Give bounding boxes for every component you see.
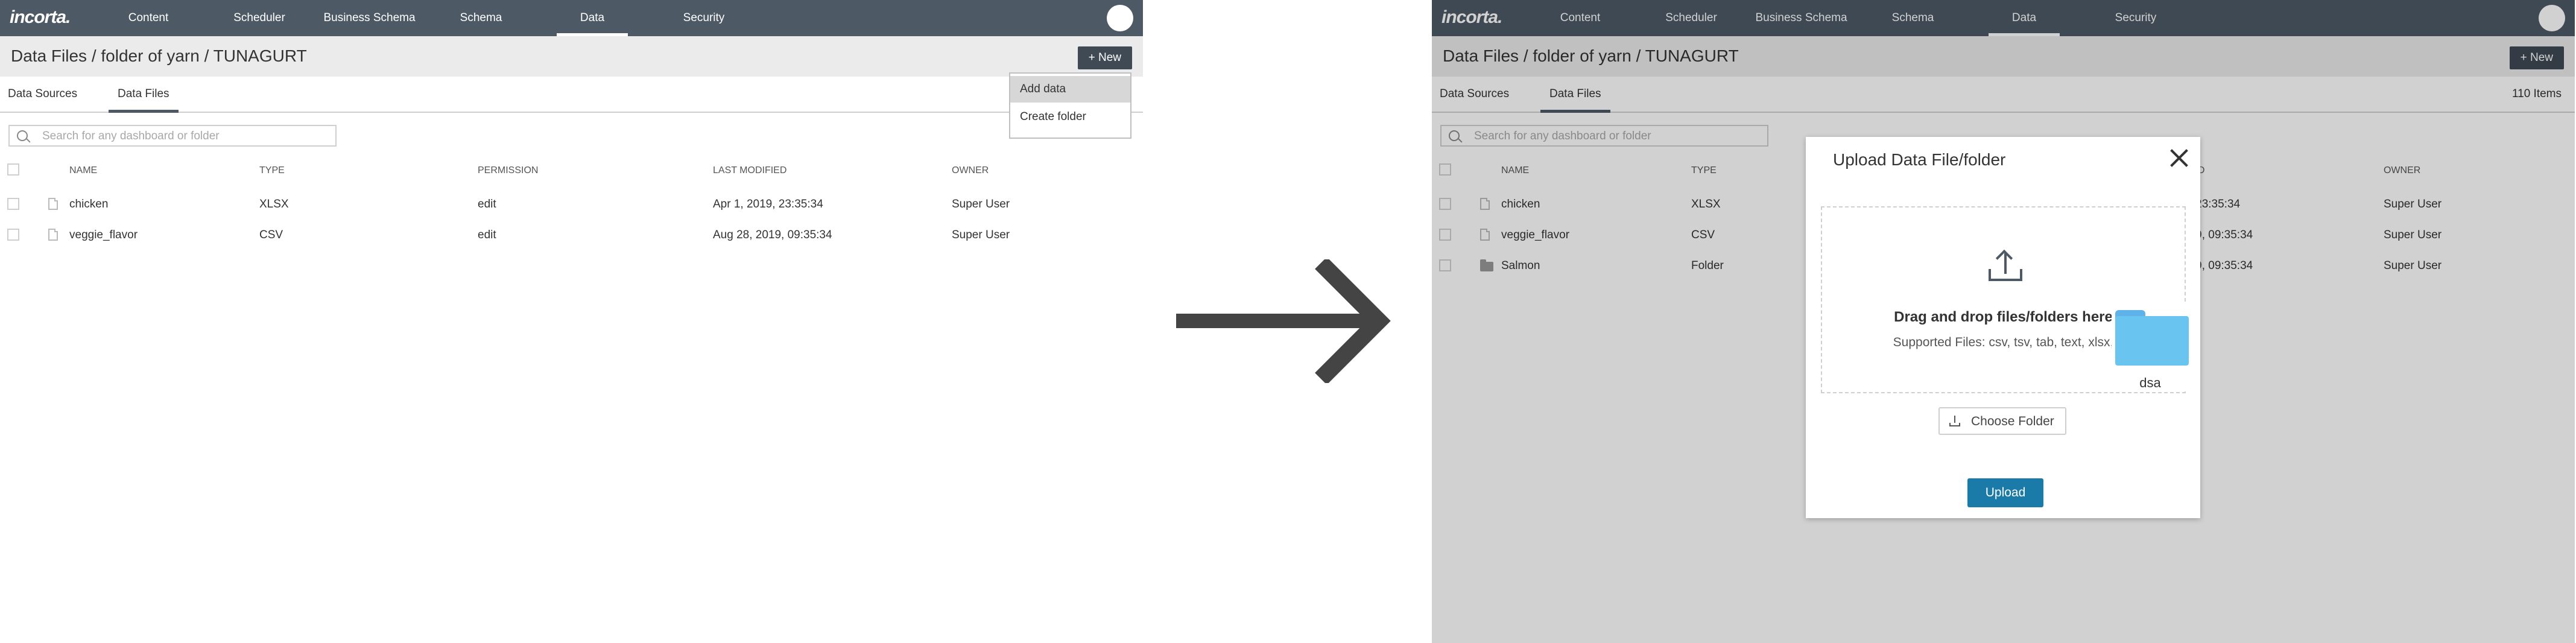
table-header: NAME TYPE PERMISSION LAST MODIFIED OWNER <box>0 160 1143 190</box>
col-owner[interactable]: OWNER <box>952 165 989 176</box>
file-type: XLSX <box>259 198 289 211</box>
avatar[interactable] <box>1107 5 1133 31</box>
row-checkbox[interactable] <box>7 198 19 210</box>
file-modified: Aug 28, 2019, 09:35:34 <box>713 229 832 241</box>
modal-title: Upload Data File/folder <box>1833 150 2006 169</box>
search-input[interactable] <box>41 128 327 144</box>
file-permission: edit <box>478 198 496 211</box>
file-owner: Super User <box>952 229 1010 241</box>
file-modified: Apr 1, 2019, 23:35:34 <box>713 198 823 211</box>
file-icon <box>48 198 58 210</box>
file-owner: Super User <box>952 198 1010 211</box>
transition-arrow-icon <box>1176 259 1391 383</box>
upload-icon <box>1949 416 1960 426</box>
upload-icon <box>1989 249 2022 281</box>
incorta-logo: incorta. <box>10 7 71 27</box>
tabs: Data Sources Data Files <box>0 77 1143 113</box>
nav-security[interactable]: Security <box>677 0 731 36</box>
nav-scheduler[interactable]: Scheduler <box>229 0 290 36</box>
col-permission[interactable]: PERMISSION <box>478 165 538 176</box>
select-all-checkbox[interactable] <box>7 163 19 176</box>
file-name[interactable]: chicken <box>69 198 108 211</box>
file-name[interactable]: veggie_flavor <box>69 229 138 242</box>
top-nav: incorta. Content Scheduler Business Sche… <box>0 0 1143 36</box>
close-icon[interactable] <box>2169 148 2189 168</box>
file-permission: edit <box>478 229 496 241</box>
col-last-modified[interactable]: LAST MODIFIED <box>713 165 786 176</box>
dragged-folder: dsa <box>2112 304 2189 391</box>
file-icon <box>48 229 58 241</box>
menu-item-create-folder[interactable]: Create folder <box>1010 104 1130 130</box>
row-checkbox[interactable] <box>7 229 19 241</box>
new-dropdown-menu: Add data Create folder <box>1009 72 1131 139</box>
tab-data-sources[interactable]: Data Sources <box>8 77 77 112</box>
choose-folder-button[interactable]: Choose Folder <box>1938 407 2066 435</box>
dragged-folder-label: dsa <box>2139 375 2161 390</box>
drop-zone[interactable]: Drag and drop files/folders here Support… <box>1821 206 2189 393</box>
table-row[interactable]: veggie_flavor CSV edit Aug 28, 2019, 09:… <box>0 225 1143 255</box>
nav-data[interactable]: Data <box>557 0 628 36</box>
screen-before: incorta. Content Scheduler Business Sche… <box>0 0 1143 643</box>
menu-item-add-data[interactable]: Add data <box>1010 76 1130 103</box>
tab-data-files[interactable]: Data Files <box>109 77 178 113</box>
folder-icon <box>2115 310 2189 366</box>
file-type: CSV <box>259 229 283 241</box>
nav-business-schema[interactable]: Business Schema <box>320 0 419 36</box>
search-icon <box>17 130 28 141</box>
screen-after: incorta. Content Scheduler Business Sche… <box>1432 0 2575 643</box>
search-box <box>8 125 337 147</box>
nav-schema[interactable]: Schema <box>455 0 507 36</box>
upload-button[interactable]: Upload <box>1967 478 2043 507</box>
upload-modal: Upload Data File/folder Drag and drop fi… <box>1806 137 2200 518</box>
nav-content[interactable]: Content <box>124 0 172 36</box>
new-button[interactable]: + New <box>1077 46 1132 69</box>
col-name[interactable]: NAME <box>69 165 97 176</box>
table-row[interactable]: chicken XLSX edit Apr 1, 2019, 23:35:34 … <box>0 194 1143 224</box>
page-title: Data Files / folder of yarn / TUNAGURT <box>11 46 307 65</box>
choose-folder-label: Choose Folder <box>1971 414 2054 428</box>
page-header: Data Files / folder of yarn / TUNAGURT +… <box>0 36 1143 77</box>
col-type[interactable]: TYPE <box>259 165 285 176</box>
